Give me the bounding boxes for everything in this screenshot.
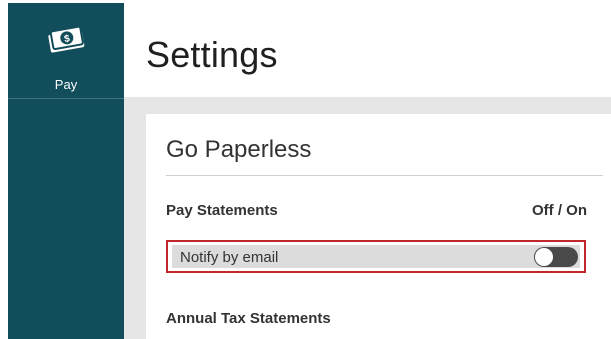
- card-title: Go Paperless: [166, 136, 312, 163]
- pay-statements-label: Pay Statements: [166, 202, 278, 219]
- notify-by-email-toggle[interactable]: [534, 247, 578, 267]
- app-window: $ Pay Settings Go Paperless Pay Statemen…: [0, 0, 611, 339]
- notify-by-email-label: Notify by email: [180, 249, 279, 266]
- notify-by-email-row: Notify by email: [166, 240, 586, 273]
- sidebar-item-label: Pay: [54, 77, 78, 92]
- money-icon: $: [46, 23, 86, 55]
- sidebar-item-pay[interactable]: $ Pay: [8, 3, 124, 99]
- annual-tax-statements-label: Annual Tax Statements: [166, 310, 331, 327]
- page-title: Settings: [146, 34, 278, 75]
- toggle-knob: [535, 248, 553, 266]
- sidebar: $ Pay: [8, 3, 124, 339]
- go-paperless-card: Go Paperless Pay Statements Off / On Not…: [146, 114, 611, 339]
- notify-row-inner: Notify by email: [172, 245, 580, 268]
- off-on-header: Off / On: [532, 202, 587, 219]
- card-divider: [166, 175, 603, 176]
